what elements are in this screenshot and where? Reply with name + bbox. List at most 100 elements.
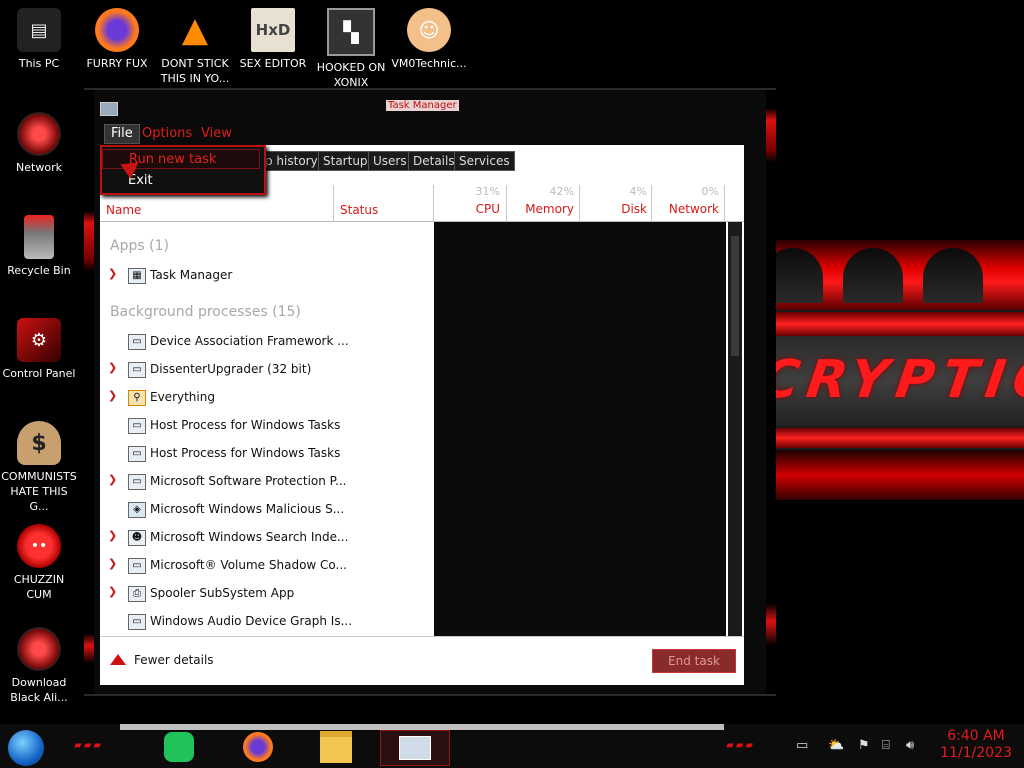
computer-icon: ▤ bbox=[17, 8, 61, 52]
alien-icon bbox=[17, 627, 61, 671]
chevron-right-icon[interactable]: ❯ bbox=[108, 530, 117, 541]
column-name[interactable]: Name bbox=[106, 203, 141, 217]
network-icon bbox=[17, 112, 61, 156]
taskbar-task-manager[interactable] bbox=[380, 730, 450, 766]
list-item[interactable]: ❯ ☻ Microsoft Windows Search Inde... bbox=[100, 526, 434, 550]
end-task-button[interactable]: End task bbox=[652, 649, 736, 673]
desktop-icon-label: CHUZZIN CUM bbox=[13, 573, 65, 601]
weather-icon[interactable]: ⛅ bbox=[828, 738, 844, 753]
list-item[interactable]: ❯ ▭ DissenterUpgrader (32 bit) bbox=[100, 358, 434, 382]
process-list: Apps (1) ❯ ▦ Task Manager Background pro… bbox=[100, 222, 434, 636]
service-icon: ▭ bbox=[128, 474, 146, 490]
column-disk[interactable]: Disk bbox=[582, 202, 647, 216]
menu-item-exit[interactable]: Exit bbox=[102, 171, 260, 191]
wallpaper-title: CRYPTIC bbox=[756, 350, 1024, 410]
flag-icon[interactable]: ⚑ bbox=[858, 738, 870, 753]
user-search-icon: ☻ bbox=[128, 530, 146, 546]
chevron-right-icon[interactable]: ❯ bbox=[108, 268, 117, 279]
volume-icon[interactable]: 🔊︎ bbox=[906, 738, 914, 753]
clock-date: 11/1/2023 bbox=[940, 745, 1012, 761]
task-manager-content: p history Startup Users Details Services… bbox=[100, 145, 744, 685]
group-header-background: Background processes (15) bbox=[110, 304, 301, 320]
task-manager-icon: ▦ bbox=[128, 268, 146, 284]
column-cpu[interactable]: CPU bbox=[440, 202, 500, 216]
desktop-icon-sex-editor[interactable]: HxD SEX EDITOR bbox=[234, 8, 312, 71]
column-status[interactable]: Status bbox=[340, 203, 378, 217]
taskbar-firefox[interactable] bbox=[239, 730, 277, 764]
desktop-icon-hooked-on-xonix[interactable]: ▚ HOOKED ON XONIX bbox=[312, 8, 390, 90]
list-item[interactable]: ❯ ▭ Microsoft® Volume Shadow Co... bbox=[100, 554, 434, 578]
list-item[interactable]: ▭ Host Process for Windows Tasks bbox=[100, 414, 434, 438]
chevron-right-icon[interactable]: ❯ bbox=[108, 390, 117, 401]
menu-file[interactable]: File bbox=[104, 124, 140, 144]
system-clock[interactable]: 6:40 AM 11/1/2023 bbox=[934, 728, 1018, 762]
tab-details[interactable]: Details bbox=[408, 151, 460, 171]
start-button[interactable] bbox=[8, 730, 44, 766]
tab-services[interactable]: Services bbox=[454, 151, 515, 171]
list-item[interactable]: ▭ Device Association Framework ... bbox=[100, 330, 434, 354]
printer-icon: ⎙ bbox=[128, 586, 146, 602]
cpu-total: 31% bbox=[475, 185, 500, 198]
desktop-icon-furry-fux[interactable]: FURRY FUX bbox=[78, 8, 156, 71]
menu-bar: File Options View bbox=[100, 124, 744, 144]
list-item[interactable]: ◈ Microsoft Windows Malicious S... bbox=[100, 498, 434, 522]
memory-total: 42% bbox=[549, 185, 574, 198]
taskbar-notes-app[interactable] bbox=[160, 730, 198, 764]
menu-options[interactable]: Options bbox=[142, 126, 192, 141]
recycle-bin-icon bbox=[24, 215, 54, 259]
column-network[interactable]: Network bbox=[654, 202, 719, 216]
footer-bar: Fewer details End task bbox=[100, 636, 744, 685]
list-item[interactable]: ❯ ▭ Microsoft Software Protection P... bbox=[100, 470, 434, 494]
desktop-icon-vm0technic[interactable]: ☺ VM0Technic... bbox=[390, 8, 468, 71]
tray-overflow-icon[interactable]: ▭ bbox=[796, 738, 808, 753]
desktop-icon-network[interactable]: Network bbox=[0, 112, 78, 175]
firefox-icon bbox=[95, 8, 139, 52]
desktop-icon-label: FURRY FUX bbox=[86, 57, 148, 70]
desktop-icon-label: This PC bbox=[18, 57, 60, 70]
desktop-icon-this-pc[interactable]: ▤ This PC bbox=[0, 8, 78, 71]
taskbar-decor-left: ▰▰▰ bbox=[74, 740, 104, 751]
desktop-icon-label: Recycle Bin bbox=[7, 264, 71, 277]
money-bag-icon: $ bbox=[17, 421, 61, 465]
service-icon: ▭ bbox=[128, 362, 146, 378]
title-bar[interactable]: Task Manager bbox=[86, 90, 774, 122]
desktop-icon-label: VM0Technic... bbox=[391, 57, 467, 70]
tab-startup[interactable]: Startup bbox=[318, 151, 373, 171]
chevron-right-icon[interactable]: ❯ bbox=[108, 474, 117, 485]
notes-icon bbox=[164, 732, 194, 762]
folder-icon bbox=[320, 731, 352, 763]
vertical-scrollbar[interactable] bbox=[728, 222, 742, 636]
chevron-right-icon[interactable]: ❯ bbox=[108, 558, 117, 569]
desktop-icon-download-black[interactable]: Download Black Ali... bbox=[0, 627, 78, 705]
tab-app-history[interactable]: p history bbox=[260, 151, 323, 171]
desktop-icon-label: DONT STICK THIS IN YO... bbox=[160, 57, 230, 85]
network-tray-icon[interactable]: ⌸ bbox=[882, 738, 890, 753]
network-total: 0% bbox=[701, 185, 719, 198]
desktop-icon-recycle-bin[interactable]: Recycle Bin bbox=[0, 215, 78, 278]
group-header-apps: Apps (1) bbox=[110, 238, 169, 254]
list-item[interactable]: ❯ ⎙ Spooler SubSystem App bbox=[100, 582, 434, 606]
fewer-details-link[interactable]: Fewer details bbox=[134, 653, 214, 667]
task-manager-icon bbox=[399, 736, 431, 760]
desktop-icon-dont-stick[interactable]: ▲ DONT STICK THIS IN YO... bbox=[156, 8, 234, 86]
doctor-avatar-icon: ☺ bbox=[407, 8, 451, 52]
window-frame-left bbox=[84, 90, 94, 694]
task-manager-icon bbox=[100, 102, 118, 116]
list-item[interactable]: ❯ ▦ Task Manager bbox=[100, 264, 434, 288]
arrow-up-icon[interactable] bbox=[110, 654, 126, 665]
tab-users[interactable]: Users bbox=[368, 151, 412, 171]
menu-view[interactable]: View bbox=[201, 126, 232, 141]
column-memory[interactable]: Memory bbox=[510, 202, 574, 216]
list-item[interactable]: ▭ Windows Audio Device Graph Is... bbox=[100, 610, 434, 634]
list-item[interactable]: ▭ Host Process for Windows Tasks bbox=[100, 442, 434, 466]
service-icon: ▭ bbox=[128, 614, 146, 630]
desktop-icon-communists[interactable]: $ COMMUNISTS HATE THIS G... bbox=[0, 421, 78, 514]
chevron-right-icon[interactable]: ❯ bbox=[108, 586, 117, 597]
taskbar-file-explorer[interactable] bbox=[317, 730, 355, 764]
desktop-icon-chuzzin[interactable]: •• CHUZZIN CUM bbox=[0, 524, 78, 602]
desktop-icon-label: SEX EDITOR bbox=[239, 57, 307, 70]
scrollbar-thumb[interactable] bbox=[731, 236, 739, 356]
desktop-icon-control-panel[interactable]: ⚙ Control Panel bbox=[0, 318, 78, 381]
list-item[interactable]: ❯ ⚲ Everything bbox=[100, 386, 434, 410]
chevron-right-icon[interactable]: ❯ bbox=[108, 362, 117, 373]
